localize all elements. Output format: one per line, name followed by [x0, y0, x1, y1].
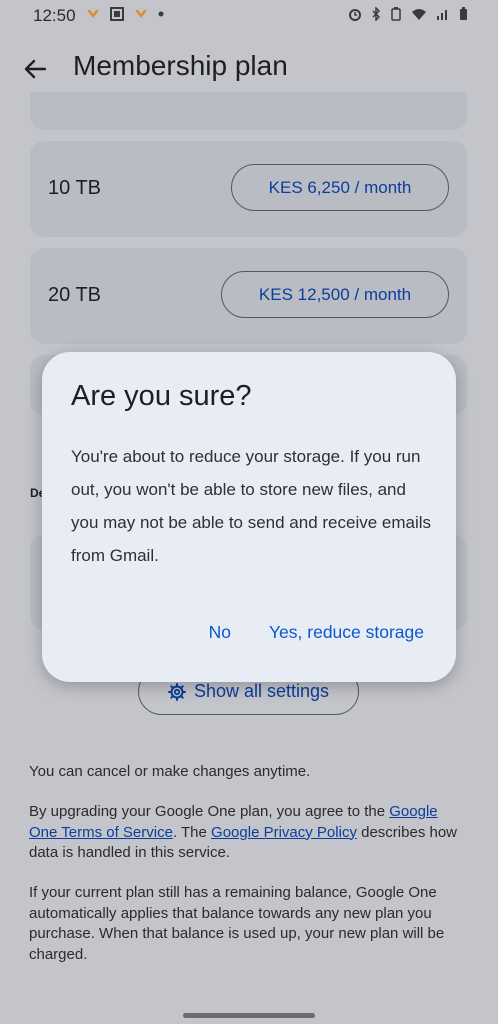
dialog-actions: No Yes, reduce storage	[209, 622, 424, 643]
terms-text: By upgrading your Google One plan, you a…	[29, 803, 390, 820]
dialog-body: You're about to reduce your storage. If …	[71, 447, 432, 565]
plan-price-button[interactable]: KES 6,250 / month	[231, 164, 449, 211]
dot-icon	[158, 11, 164, 17]
arrow-back-icon	[24, 59, 46, 79]
wifi-icon	[412, 8, 426, 20]
signal-icon	[437, 10, 447, 20]
plan-card-partial	[30, 92, 467, 130]
alarm-icon	[349, 9, 361, 21]
plan-card-10tb: 10 TB KES 6,250 / month	[30, 141, 467, 237]
terms-paragraph: By upgrading your Google One plan, you a…	[29, 802, 469, 864]
terms-text: . The	[172, 823, 212, 841]
balance-note: If your current plan still has a remaini…	[29, 884, 445, 963]
privacy-policy-link[interactable]: Google Privacy Policy	[211, 824, 357, 841]
screenshot-icon	[110, 7, 124, 21]
system-icons	[348, 7, 468, 21]
navigation-handle[interactable]	[183, 1013, 315, 1018]
app-notification-icon	[87, 10, 99, 18]
app-notification-icon	[135, 10, 147, 18]
no-button[interactable]: No	[209, 622, 231, 643]
yes-reduce-storage-button[interactable]: Yes, reduce storage	[269, 622, 424, 643]
show-all-settings-label: Show all settings	[193, 681, 330, 701]
back-button[interactable]	[18, 52, 52, 86]
page-title: Membership plan	[73, 50, 288, 81]
plan-size-label: 20 TB	[48, 284, 101, 306]
confirm-dialog: Are you sure? You're about to reduce you…	[42, 352, 456, 682]
status-time: 12:50	[33, 6, 76, 25]
dialog-title: Are you sure?	[71, 380, 252, 412]
top-app-bar: Membership plan	[0, 40, 498, 96]
plan-size-label: 10 TB	[48, 177, 101, 199]
gear-icon	[167, 682, 186, 701]
plan-price-button[interactable]: KES 12,500 / month	[221, 271, 449, 318]
battery-icon	[460, 7, 467, 20]
battery-saver-icon	[391, 7, 401, 21]
bluetooth-icon	[372, 7, 381, 21]
notification-icons	[86, 7, 164, 21]
plan-card-20tb: 20 TB KES 12,500 / month	[30, 248, 467, 344]
status-bar: 12:50	[0, 0, 498, 32]
cancel-note: You can cancel or make changes anytime.	[29, 763, 311, 780]
